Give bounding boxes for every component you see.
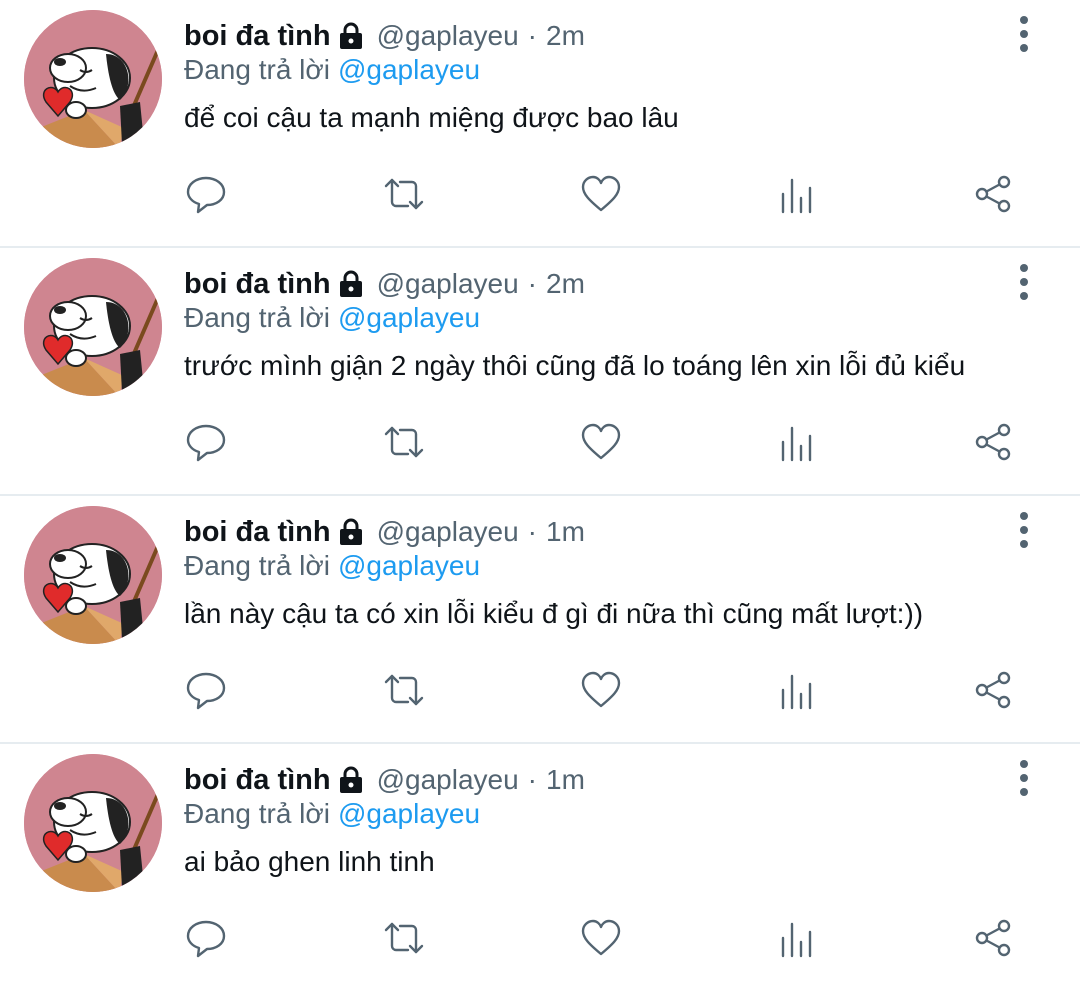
user-handle[interactable]: @gaplayeu bbox=[377, 764, 519, 796]
replying-to-handle[interactable]: @gaplayeu bbox=[338, 550, 480, 581]
replying-to: Đang trả lời @gaplayeu bbox=[184, 798, 480, 830]
tweet-header: boi đa tình @gaplayeu · 1m bbox=[184, 760, 585, 800]
replying-to-handle[interactable]: @gaplayeu bbox=[338, 798, 480, 829]
avatar[interactable] bbox=[24, 258, 162, 396]
replying-to: Đang trả lời @gaplayeu bbox=[184, 550, 480, 582]
share-icon[interactable] bbox=[970, 914, 1018, 962]
heart-icon[interactable] bbox=[577, 666, 625, 714]
reply-icon[interactable] bbox=[182, 418, 230, 466]
lock-icon bbox=[337, 21, 365, 51]
more-vertical-icon[interactable] bbox=[1010, 262, 1038, 302]
separator-dot: · bbox=[527, 20, 537, 51]
tweet[interactable]: boi đa tình @gaplayeu · 1m Đang trả lời @… bbox=[0, 496, 1080, 744]
timestamp[interactable]: 2m bbox=[546, 268, 585, 300]
separator-dot: · bbox=[527, 268, 537, 299]
avatar[interactable] bbox=[24, 506, 162, 644]
retweet-icon[interactable] bbox=[380, 170, 428, 218]
tweet-timeline: boi đa tình @gaplayeu · 2m Đang trả lời @… bbox=[0, 0, 1080, 992]
separator-dot: · bbox=[527, 764, 537, 795]
tweet-actions bbox=[0, 666, 1080, 714]
replying-to: Đang trả lời @gaplayeu bbox=[184, 54, 480, 86]
avatar[interactable] bbox=[24, 10, 162, 148]
tweet[interactable]: boi đa tình @gaplayeu · 2m Đang trả lời @… bbox=[0, 248, 1080, 496]
user-handle[interactable]: @gaplayeu bbox=[377, 20, 519, 52]
analytics-icon[interactable] bbox=[773, 418, 821, 466]
heart-icon[interactable] bbox=[577, 418, 625, 466]
tweet[interactable]: boi đa tình @gaplayeu · 1m Đang trả lời @… bbox=[0, 744, 1080, 992]
retweet-icon[interactable] bbox=[380, 666, 428, 714]
lock-icon bbox=[337, 765, 365, 795]
display-name[interactable]: boi đa tình bbox=[184, 268, 331, 301]
tweet-text: lần này cậu ta có xin lỗi kiểu đ gì đi n… bbox=[184, 598, 924, 629]
analytics-icon[interactable] bbox=[773, 170, 821, 218]
separator-dot: · bbox=[527, 516, 537, 547]
timestamp[interactable]: 1m bbox=[546, 764, 585, 796]
tweet-header: boi đa tình @gaplayeu · 2m bbox=[184, 16, 585, 56]
heart-icon[interactable] bbox=[577, 914, 625, 962]
tweet-actions bbox=[0, 914, 1080, 962]
share-icon[interactable] bbox=[970, 666, 1018, 714]
timestamp[interactable]: 1m bbox=[546, 516, 585, 548]
replying-prefix: Đang trả lời bbox=[184, 54, 330, 85]
tweet-actions bbox=[0, 418, 1080, 466]
reply-icon[interactable] bbox=[182, 170, 230, 218]
heart-icon[interactable] bbox=[577, 170, 625, 218]
replying-to-handle[interactable]: @gaplayeu bbox=[338, 54, 480, 85]
replying-to: Đang trả lời @gaplayeu bbox=[184, 302, 480, 334]
retweet-icon[interactable] bbox=[380, 418, 428, 466]
replying-prefix: Đang trả lời bbox=[184, 302, 330, 333]
display-name[interactable]: boi đa tình bbox=[184, 764, 331, 797]
tweet-header: boi đa tình @gaplayeu · 1m bbox=[184, 512, 585, 552]
retweet-icon[interactable] bbox=[380, 914, 428, 962]
share-icon[interactable] bbox=[970, 170, 1018, 218]
display-name[interactable]: boi đa tình bbox=[184, 20, 331, 53]
reply-icon[interactable] bbox=[182, 914, 230, 962]
user-handle[interactable]: @gaplayeu bbox=[377, 516, 519, 548]
replying-to-handle[interactable]: @gaplayeu bbox=[338, 302, 480, 333]
analytics-icon[interactable] bbox=[773, 914, 821, 962]
tweet[interactable]: boi đa tình @gaplayeu · 2m Đang trả lời @… bbox=[0, 0, 1080, 248]
tweet-header: boi đa tình @gaplayeu · 2m bbox=[184, 264, 585, 304]
tweet-text: trước mình giận 2 ngày thôi cũng đã lo t… bbox=[184, 350, 966, 381]
tweet-actions bbox=[0, 170, 1080, 218]
reply-icon[interactable] bbox=[182, 666, 230, 714]
share-icon[interactable] bbox=[970, 418, 1018, 466]
analytics-icon[interactable] bbox=[773, 666, 821, 714]
more-vertical-icon[interactable] bbox=[1010, 510, 1038, 550]
more-vertical-icon[interactable] bbox=[1010, 758, 1038, 798]
lock-icon bbox=[337, 517, 365, 547]
display-name[interactable]: boi đa tình bbox=[184, 516, 331, 549]
user-handle[interactable]: @gaplayeu bbox=[377, 268, 519, 300]
tweet-text: để coi cậu ta mạnh miệng được bao lâu bbox=[184, 102, 679, 133]
timestamp[interactable]: 2m bbox=[546, 20, 585, 52]
more-vertical-icon[interactable] bbox=[1010, 14, 1038, 54]
avatar[interactable] bbox=[24, 754, 162, 892]
lock-icon bbox=[337, 269, 365, 299]
replying-prefix: Đang trả lời bbox=[184, 550, 330, 581]
replying-prefix: Đang trả lời bbox=[184, 798, 330, 829]
tweet-text: ai bảo ghen linh tinh bbox=[184, 846, 435, 877]
